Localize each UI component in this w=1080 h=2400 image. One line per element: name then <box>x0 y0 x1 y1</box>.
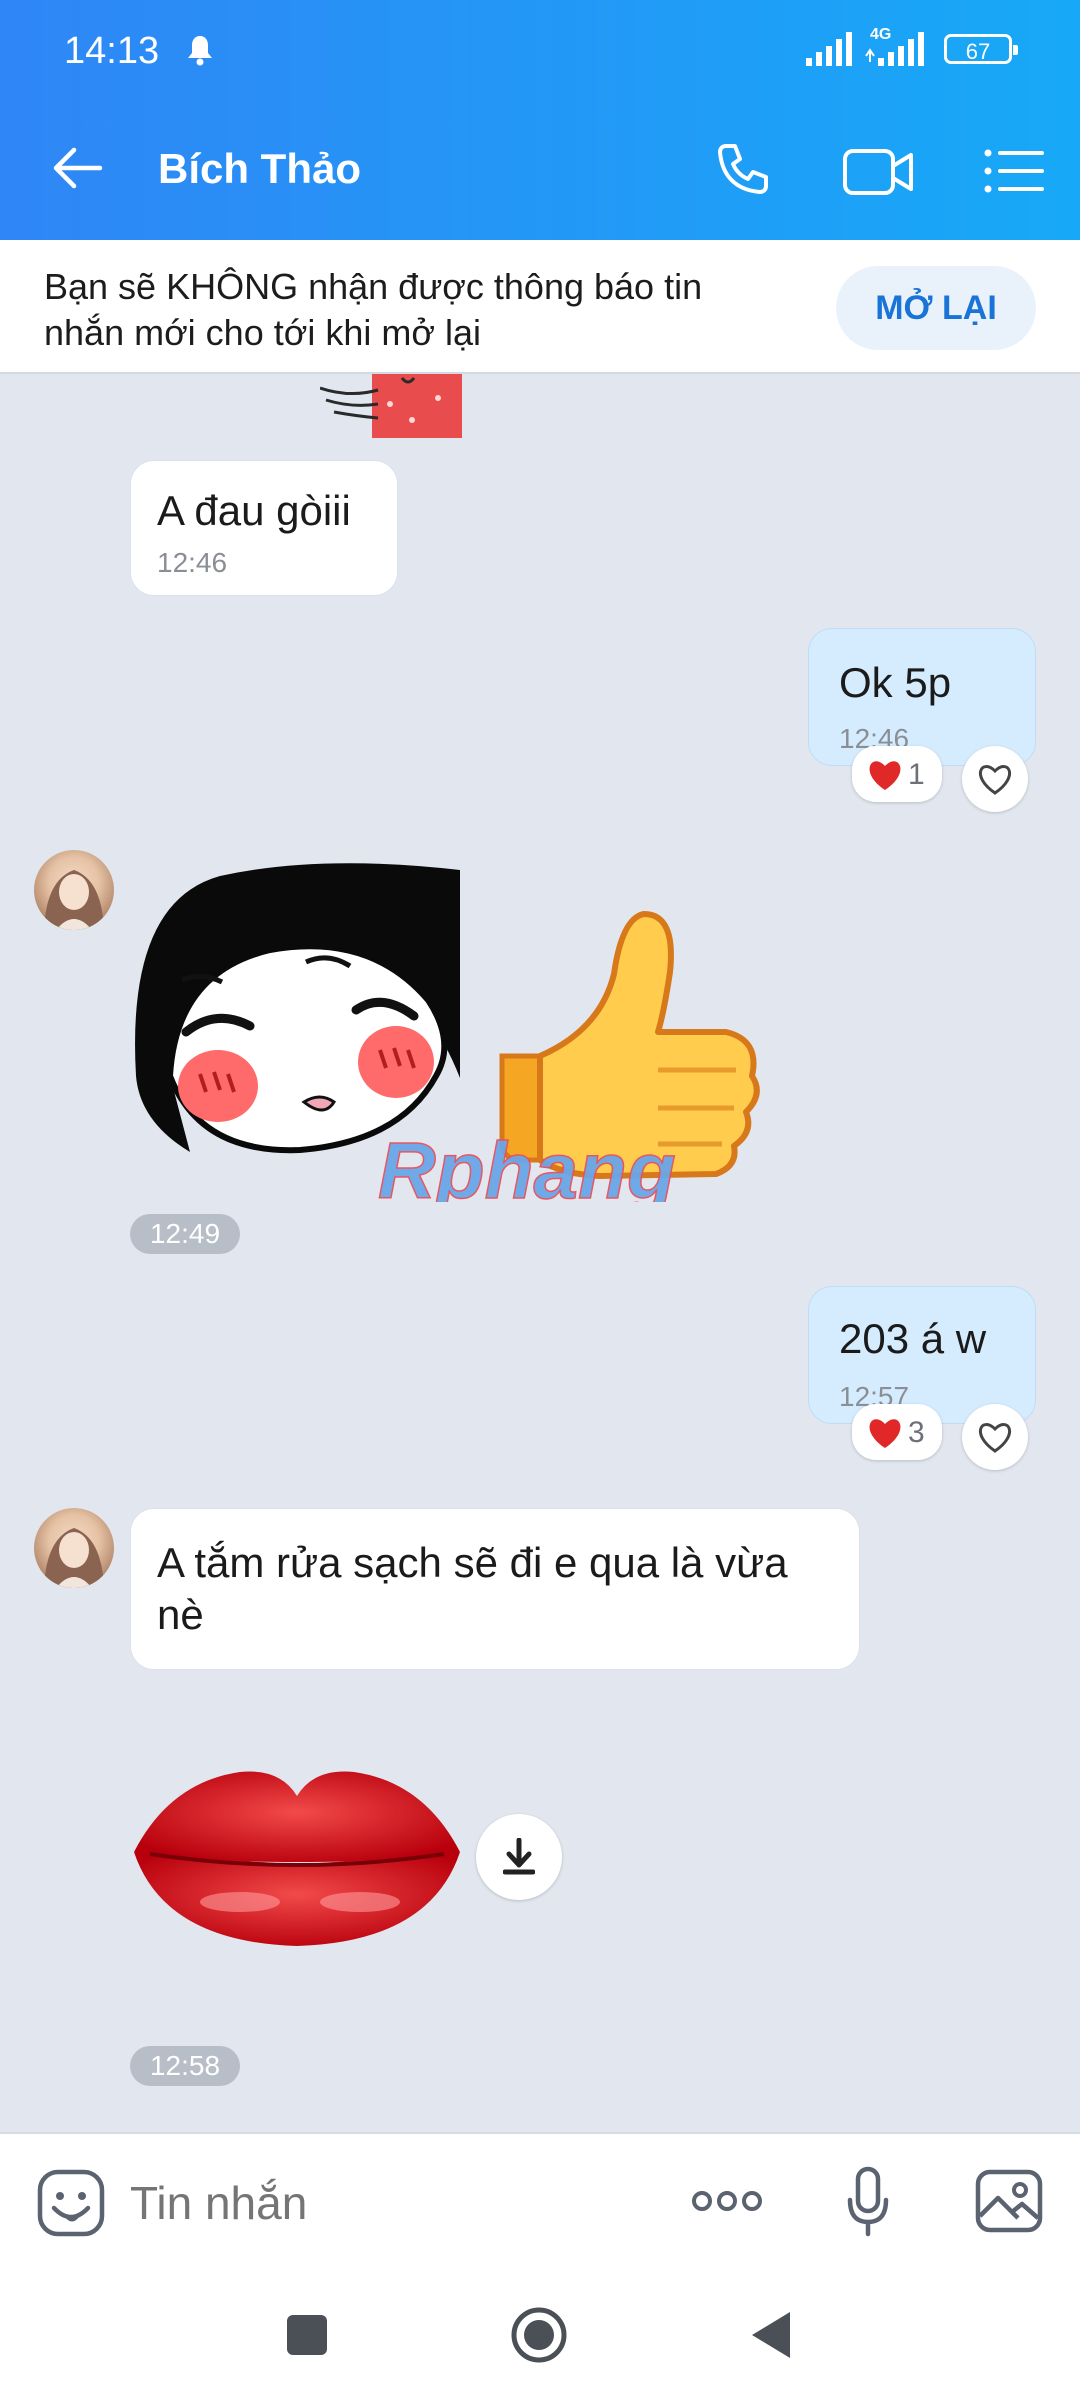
download-button[interactable] <box>476 1814 562 1900</box>
avatar[interactable] <box>34 850 114 930</box>
message-bubble-outgoing[interactable]: 203 á w 12:57 <box>808 1286 1036 1424</box>
microphone-icon[interactable] <box>846 2166 890 2238</box>
signal-4g-icon <box>865 32 924 66</box>
message-bubble-incoming[interactable]: A đau gòiii 12:46 <box>130 460 398 596</box>
message-time-pill: 12:49 <box>130 1214 240 1254</box>
back-nav-icon[interactable] <box>750 2310 792 2360</box>
emoji-icon[interactable] <box>36 2168 106 2238</box>
image-icon[interactable] <box>974 2168 1044 2234</box>
sticker-message[interactable] <box>130 1752 464 1952</box>
message-time: 12:46 <box>157 547 228 578</box>
message-input[interactable] <box>128 2164 672 2242</box>
reaction-count: 3 <box>908 1416 925 1449</box>
home-icon[interactable] <box>510 2306 568 2364</box>
mute-notice-banner: Bạn sẽ KHÔNG nhận được thông báo tin nhắ… <box>0 240 1080 372</box>
chat-area[interactable]: A đau gòiii 12:46 Ok 5p 12:46 1 Rphang 1… <box>0 374 1080 2132</box>
heart-icon <box>869 761 901 790</box>
heart-icon <box>978 765 1012 795</box>
message-time-pill: 12:58 <box>130 2046 240 2086</box>
status-time: 14:13 <box>64 30 160 72</box>
reaction-summary[interactable]: 1 <box>852 746 942 802</box>
message-text: A đau gòiii <box>157 487 351 534</box>
heart-icon <box>978 1423 1012 1453</box>
message-bubble-outgoing[interactable]: Ok 5p 12:46 <box>808 628 1036 766</box>
sticker-watermark: Rphang <box>378 1126 676 1202</box>
react-button[interactable] <box>962 746 1028 812</box>
message-bubble-incoming[interactable]: A tắm rửa sạch sẽ đi e qua là vừa nè <box>130 1508 860 1670</box>
mute-notice-text: Bạn sẽ KHÔNG nhận được thông báo tin nhắ… <box>44 266 703 353</box>
reaction-count: 1 <box>908 758 925 791</box>
sticker-message[interactable]: Rphang <box>130 862 770 1216</box>
message-text: Ok 5p <box>839 659 952 706</box>
header-bar: 14:13 4G 67 Bích Thảo <box>0 0 1080 240</box>
download-icon <box>503 1838 535 1875</box>
system-navigation-bar <box>0 2268 1080 2400</box>
sticker-partial <box>320 374 462 438</box>
react-button[interactable] <box>962 1404 1028 1470</box>
signal-icon <box>806 32 852 66</box>
reaction-summary[interactable]: 3 <box>852 1404 942 1460</box>
battery-indicator: 67 <box>944 34 1018 64</box>
reopen-notifications-button[interactable]: MỞ LẠI <box>836 266 1036 350</box>
arrow-left-icon[interactable] <box>50 144 104 192</box>
message-text: 203 á w <box>839 1315 987 1362</box>
bell-icon <box>188 36 212 66</box>
heart-icon <box>869 1419 901 1448</box>
recent-apps-icon[interactable] <box>286 2314 328 2356</box>
conversation-title[interactable]: Bích Thảo <box>158 145 361 193</box>
message-composer <box>0 2132 1080 2270</box>
phone-icon[interactable] <box>712 140 772 200</box>
list-menu-icon[interactable] <box>984 148 1044 194</box>
video-camera-icon[interactable] <box>842 146 914 198</box>
more-dots-icon[interactable] <box>690 2186 764 2216</box>
avatar[interactable] <box>34 1508 114 1588</box>
message-text: A tắm rửa sạch sẽ đi e qua là vừa nè <box>157 1539 788 1638</box>
